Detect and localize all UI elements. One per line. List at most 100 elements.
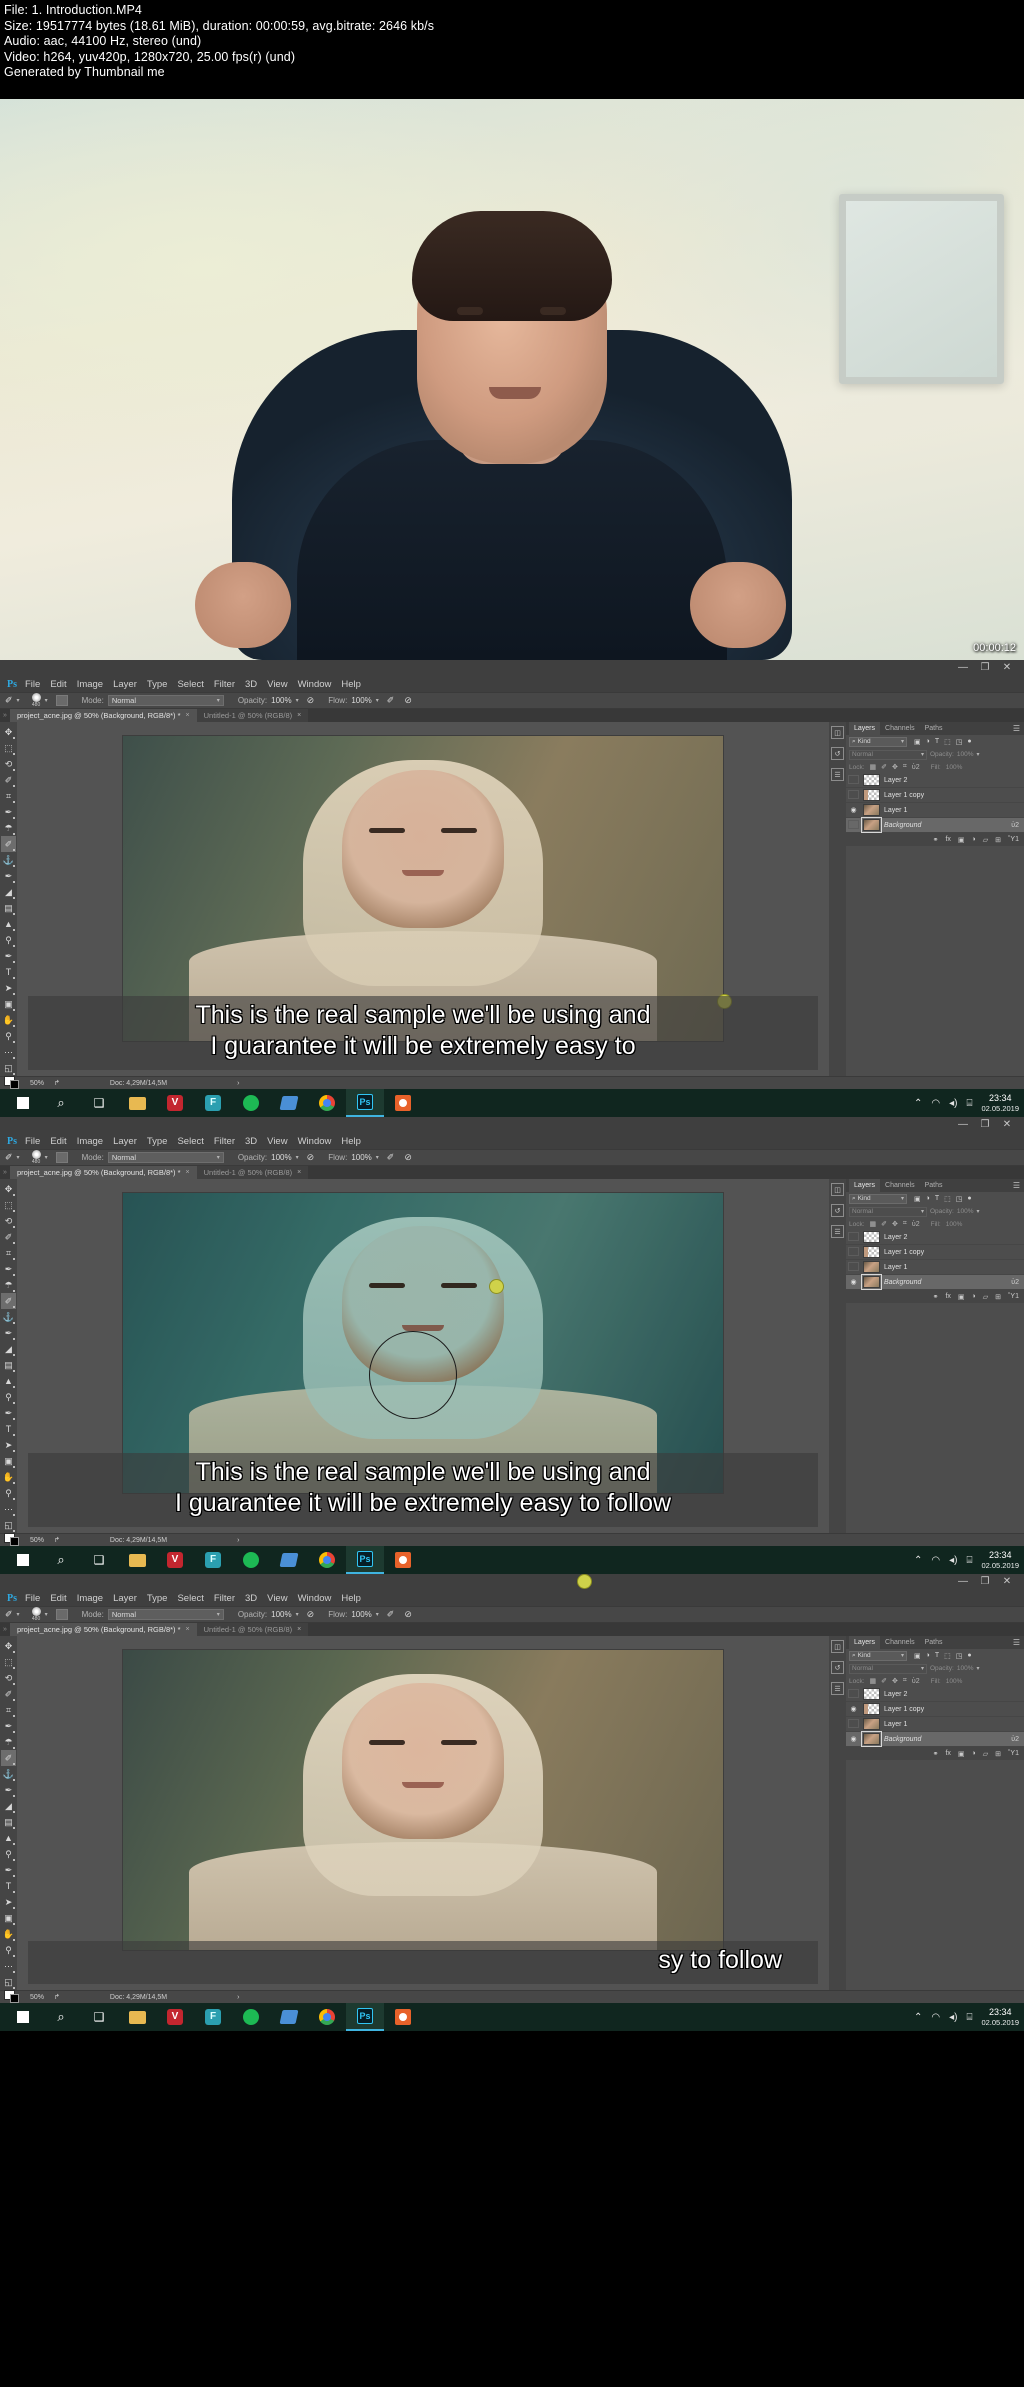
taskbar-clock[interactable]: 23:34 02.05.2019 bbox=[981, 2007, 1019, 2028]
tabs-overflow-handle[interactable]: » bbox=[0, 709, 10, 722]
lock-all-icon[interactable]: ὑ2 bbox=[912, 764, 920, 771]
path-selection-tool[interactable]: ➤ bbox=[1, 980, 16, 996]
toggle-filter-icon[interactable]: ● bbox=[967, 1195, 971, 1202]
lock-artboard-icon[interactable]: ⌗ bbox=[903, 763, 907, 771]
toggle-filter-icon[interactable]: ● bbox=[967, 738, 971, 745]
opacity-value[interactable]: 100% bbox=[957, 1208, 974, 1215]
layer-visibility-icon[interactable]: ◉ bbox=[848, 806, 859, 814]
lock-image-icon[interactable]: ✐ bbox=[881, 1220, 887, 1228]
history-brush-tool[interactable]: ✒ bbox=[1, 868, 16, 884]
menu-image[interactable]: Image bbox=[77, 1136, 103, 1147]
delete-icon[interactable]: Ὕ1 bbox=[1008, 1750, 1019, 1757]
taskbar-vivaldi-icon[interactable]: V bbox=[156, 1546, 194, 1574]
taskbar-chrome-icon[interactable] bbox=[308, 1089, 346, 1117]
type-tool[interactable]: T bbox=[1, 964, 16, 980]
marquee-tool[interactable]: ⬚ bbox=[1, 1197, 16, 1213]
group-icon[interactable]: ▱ bbox=[983, 836, 988, 844]
color-panel-icon[interactable]: ◫ bbox=[831, 1183, 844, 1196]
marquee-tool[interactable]: ⬚ bbox=[1, 740, 16, 756]
layer-visibility-icon[interactable] bbox=[848, 774, 859, 786]
share-icon[interactable]: ↱ bbox=[54, 1536, 60, 1544]
pen-tool[interactable]: ✒ bbox=[1, 948, 16, 964]
panel-tab-layers[interactable]: Layers bbox=[849, 1179, 881, 1192]
brush-tool[interactable]: ✐ bbox=[1, 836, 16, 852]
layer-row[interactable]: Layer 2 bbox=[846, 1230, 1024, 1245]
quick-selection-tool[interactable]: ✐ bbox=[1, 1686, 16, 1702]
menu-file[interactable]: File bbox=[25, 679, 40, 690]
type-filter-icon[interactable]: T bbox=[935, 1652, 939, 1659]
restore-button[interactable]: ❐ bbox=[974, 660, 996, 676]
zoom-tool[interactable]: ⚲ bbox=[1, 1942, 16, 1958]
taskbar-search-icon[interactable]: ⌕ bbox=[42, 1546, 80, 1574]
document-tab-2[interactable]: Untitled-1 @ 50% (RGB/8) × bbox=[196, 1166, 309, 1179]
new-layer-icon[interactable]: ⊞ bbox=[995, 1293, 1001, 1301]
marquee-tool[interactable]: ⬚ bbox=[1, 1654, 16, 1670]
pen-tool[interactable]: ✒ bbox=[1, 1862, 16, 1878]
blur-tool[interactable]: ▲ bbox=[1, 916, 16, 932]
adjustment-filter-icon[interactable]: ◑ bbox=[926, 1195, 930, 1202]
smart-object-filter-icon[interactable]: ◳ bbox=[956, 738, 963, 746]
taskbar-orange-app-icon[interactable] bbox=[384, 2003, 422, 2031]
menu-layer[interactable]: Layer bbox=[113, 679, 137, 690]
adjustment-icon[interactable]: ◑ bbox=[972, 836, 976, 843]
foreground-background-color-tool[interactable]: ◱ bbox=[1, 1517, 16, 1533]
canvas-area[interactable]: This is the real sample we'll be using a… bbox=[17, 1179, 829, 1533]
zoom-tool[interactable]: ⚲ bbox=[1, 1028, 16, 1044]
lasso-tool[interactable]: ⟲ bbox=[1, 1213, 16, 1229]
taskbar-chrome-icon[interactable] bbox=[308, 2003, 346, 2031]
menu-filter[interactable]: Filter bbox=[214, 679, 235, 690]
lock-all-icon[interactable]: ὑ2 bbox=[912, 1221, 920, 1228]
layer-row[interactable]: ◉ Background ὑ2 bbox=[846, 1274, 1024, 1290]
panel-tab-layers[interactable]: Layers bbox=[849, 722, 881, 735]
tray-chevron-icon[interactable]: ⌃ bbox=[914, 1098, 922, 1109]
more-tools[interactable]: ⋯ bbox=[1, 1044, 16, 1060]
taskbar-spotify-icon[interactable] bbox=[232, 1546, 270, 1574]
taskbar-file-explorer-icon[interactable] bbox=[118, 2003, 156, 2031]
chevron-down-icon[interactable]: ▾ bbox=[17, 697, 20, 704]
taskbar-spotify-icon[interactable] bbox=[232, 1089, 270, 1117]
status-expand-icon[interactable]: › bbox=[237, 1994, 239, 2001]
layer-visibility-icon[interactable] bbox=[848, 1688, 859, 1700]
status-expand-icon[interactable]: › bbox=[237, 1537, 239, 1544]
document-tab-1[interactable]: project_acne.jpg @ 50% (Background, RGB/… bbox=[10, 1623, 197, 1636]
status-expand-icon[interactable]: › bbox=[237, 1080, 239, 1087]
taskbar-blue-app-icon[interactable] bbox=[270, 2003, 308, 2031]
close-icon[interactable]: × bbox=[186, 1169, 190, 1176]
fx-icon[interactable]: fx bbox=[945, 836, 950, 843]
close-icon[interactable]: × bbox=[186, 1626, 190, 1633]
layer-visibility-icon[interactable]: ◉ bbox=[848, 1278, 859, 1286]
menu-3d[interactable]: 3D bbox=[245, 679, 257, 690]
menu-file[interactable]: File bbox=[25, 1593, 40, 1604]
adjustment-filter-icon[interactable]: ◑ bbox=[926, 1652, 930, 1659]
pressure-size-icon[interactable]: ⊘ bbox=[404, 695, 412, 706]
brush-panel-toggle-icon[interactable] bbox=[55, 1152, 68, 1163]
menu-file[interactable]: File bbox=[25, 1136, 40, 1147]
type-filter-icon[interactable]: T bbox=[935, 738, 939, 745]
blend-mode-select[interactable]: Normal ▾ bbox=[849, 1663, 927, 1674]
layer-row[interactable]: ◉ Background ὑ2 bbox=[846, 1731, 1024, 1747]
menu-help[interactable]: Help bbox=[341, 1136, 361, 1147]
pressure-size-icon[interactable]: ⊘ bbox=[404, 1609, 412, 1620]
menu-select[interactable]: Select bbox=[177, 679, 203, 690]
more-tools[interactable]: ⋯ bbox=[1, 1501, 16, 1517]
chevron-down-icon[interactable]: ▾ bbox=[296, 1611, 299, 1618]
blend-mode-dropdown[interactable]: Normal ▾ bbox=[107, 1152, 224, 1163]
menu-edit[interactable]: Edit bbox=[50, 1136, 66, 1147]
taskbar-task-view-icon[interactable]: ❑ bbox=[80, 1546, 118, 1574]
close-icon[interactable]: × bbox=[186, 712, 190, 719]
panel-tab-paths[interactable]: Paths bbox=[920, 722, 948, 735]
rectangle-tool[interactable]: ▣ bbox=[1, 1910, 16, 1926]
new-layer-icon[interactable]: ⊞ bbox=[995, 1750, 1001, 1758]
dodge-tool[interactable]: ⚲ bbox=[1, 932, 16, 948]
menu-filter[interactable]: Filter bbox=[214, 1593, 235, 1604]
eraser-tool[interactable]: ◢ bbox=[1, 884, 16, 900]
history-panel-icon[interactable]: ↺ bbox=[831, 1204, 844, 1217]
lock-artboard-icon[interactable]: ⌗ bbox=[903, 1677, 907, 1685]
clone-stamp-tool[interactable]: ⚓ bbox=[1, 1309, 16, 1325]
tabs-overflow-handle[interactable]: » bbox=[0, 1166, 10, 1179]
minimize-button[interactable]: — bbox=[952, 1574, 974, 1590]
brush-tool-preview-icon[interactable]: ✐ bbox=[5, 1609, 13, 1620]
smart-object-filter-icon[interactable]: ◳ bbox=[956, 1195, 963, 1203]
panel-menu-icon[interactable]: ☰ bbox=[1013, 724, 1024, 733]
menu-type[interactable]: Type bbox=[147, 679, 168, 690]
